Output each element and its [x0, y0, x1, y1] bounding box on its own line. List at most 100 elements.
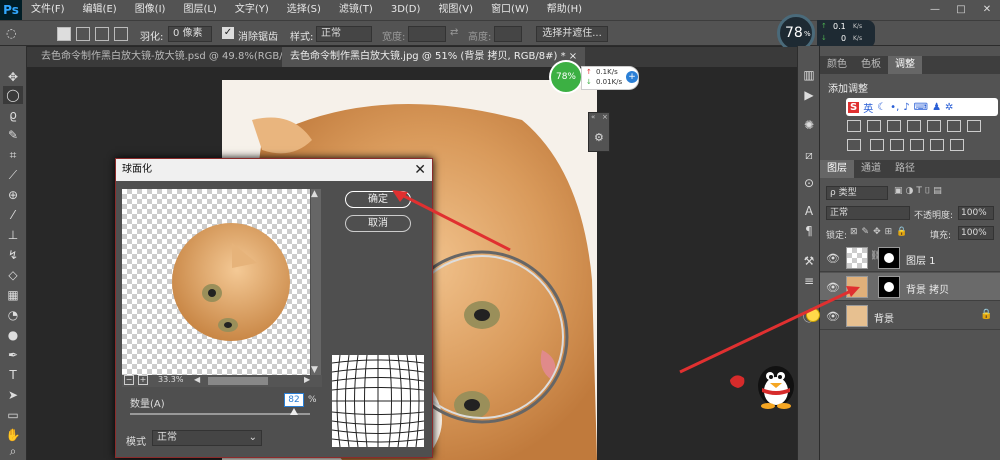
cancel-button[interactable]: 取消 [345, 215, 411, 232]
bw-icon[interactable] [847, 139, 861, 151]
settings-icon[interactable]: ✲ [945, 102, 953, 113]
tab-layers[interactable]: 图层 [820, 160, 854, 178]
layer-mask-thumbnail[interactable] [878, 247, 900, 269]
selectivecolor-icon[interactable] [950, 139, 965, 151]
layer-comps-icon[interactable]: ≡ [800, 272, 818, 290]
gradientmap-icon[interactable] [930, 139, 945, 151]
tool-presets-icon[interactable]: ⚒ [800, 252, 818, 270]
eyedropper-tool-icon[interactable]: ⟋ [3, 166, 23, 184]
height-input[interactable] [494, 26, 522, 42]
tab-document-1[interactable]: 去色命令制作黑白放大镜-放大镜.psd @ 49.8%(RGB/8#) × [33, 47, 321, 67]
layer-name[interactable]: 图层 1 [906, 252, 936, 267]
marquee-preset-icon[interactable]: ◌ [6, 26, 16, 40]
healing-brush-tool-icon[interactable]: ⊕ [3, 186, 23, 204]
hue-icon[interactable] [947, 120, 961, 132]
threshold-icon[interactable] [910, 139, 925, 151]
opacity-input[interactable]: 100% [958, 206, 994, 220]
menu-help[interactable]: 帮助(H) [538, 0, 591, 20]
type-tool-icon[interactable]: T [3, 366, 23, 384]
mic-icon[interactable]: ♪ [903, 102, 909, 113]
fill-input[interactable]: 100% [958, 226, 994, 240]
antialias-checkbox[interactable]: ✓ [222, 27, 234, 39]
preview-vscroll[interactable]: ▲ ▼ [311, 189, 321, 375]
qq-penguin-icon[interactable] [726, 358, 798, 410]
history-icon[interactable]: ▥ [800, 66, 818, 84]
skin-icon[interactable]: ♟ [932, 102, 941, 113]
brightness-icon[interactable] [847, 120, 861, 132]
swap-icon[interactable]: ⇄ [450, 27, 458, 38]
history-brush-tool-icon[interactable]: ↯ [3, 246, 23, 264]
clone-source-icon[interactable]: ⊙ [800, 174, 818, 192]
width-input[interactable] [408, 26, 446, 42]
visibility-eye-icon[interactable]: 👁 [826, 310, 840, 323]
amount-slider-thumb[interactable] [289, 408, 298, 415]
adjust-sun-icon[interactable]: ✺ [800, 116, 818, 134]
subtract-selection-icon[interactable] [95, 27, 109, 41]
dodge-tool-icon[interactable]: ● [3, 326, 23, 344]
lasso-tool-icon[interactable]: ϱ [3, 106, 23, 124]
mode-select[interactable]: 正常 ⌄ [152, 430, 262, 446]
select-and-mask-button[interactable]: 选择并遮住... [536, 26, 608, 42]
path-selection-tool-icon[interactable]: ➤ [3, 386, 23, 404]
curves-icon[interactable] [887, 120, 901, 132]
new-selection-icon[interactable] [57, 27, 71, 41]
menu-file[interactable]: 文件(F) [22, 0, 74, 20]
brush-settings-icon[interactable]: ⧄ [800, 146, 818, 164]
minimize-button[interactable]: — [922, 0, 948, 20]
menu-image[interactable]: 图像(I) [126, 0, 175, 20]
hscroll-thumb[interactable] [208, 377, 268, 385]
menu-view[interactable]: 视图(V) [429, 0, 482, 20]
keyboard-icon[interactable]: ⌨ [914, 102, 928, 113]
menu-select[interactable]: 选择(S) [278, 0, 330, 20]
posterize-icon[interactable] [890, 139, 905, 151]
tab-document-2[interactable]: 去色命令制作黑白放大镜.jpg @ 51% (背景 拷贝, RGB/8#) * … [282, 47, 586, 67]
character-icon[interactable]: A [800, 202, 818, 220]
menu-layer[interactable]: 图层(L) [174, 0, 225, 20]
zoom-tool-icon[interactable]: ⌕ [3, 442, 23, 460]
pen-tool-icon[interactable]: ✒ [3, 346, 23, 364]
amount-input[interactable]: 82 [284, 393, 304, 407]
layer-filter-icons[interactable]: ▣◑T⌷▤ [894, 186, 945, 196]
amount-slider-track[interactable] [130, 413, 310, 415]
vibrance-icon[interactable] [927, 120, 941, 132]
elliptical-marquee-tool-icon[interactable]: ◯ [3, 86, 23, 104]
layer-mask-thumbnail[interactable] [878, 276, 900, 298]
exposure-icon[interactable] [907, 120, 921, 132]
visibility-eye-icon[interactable]: 👁 [826, 281, 840, 294]
layer-row[interactable]: 👁 背景 🔒 [820, 302, 1000, 330]
rectangle-tool-icon[interactable]: ▭ [3, 406, 23, 424]
lightbulb-icon[interactable] [806, 308, 820, 322]
menu-3d[interactable]: 3D(D) [382, 0, 430, 20]
add-selection-icon[interactable] [76, 27, 90, 41]
invert-icon[interactable] [870, 139, 885, 151]
mini-panel-collapse-icon[interactable]: « [591, 113, 595, 121]
gradient-tool-icon[interactable]: ▦ [3, 286, 23, 304]
blur-tool-icon[interactable]: ◔ [3, 306, 23, 324]
intersect-selection-icon[interactable] [114, 27, 128, 41]
menu-edit[interactable]: 编辑(E) [74, 0, 126, 20]
brush-tool-icon[interactable]: ⁄ [3, 206, 23, 224]
menu-filter[interactable]: 滤镜(T) [330, 0, 382, 20]
menu-type[interactable]: 文字(Y) [226, 0, 278, 20]
lock-icons[interactable]: ⊠✎✥⊞🔒 [850, 227, 911, 237]
visibility-eye-icon[interactable]: 👁 [826, 252, 840, 265]
maximize-button[interactable]: □ [948, 0, 974, 20]
ime-mode[interactable]: 英 [863, 100, 873, 115]
quick-select-tool-icon[interactable]: ✎ [3, 126, 23, 144]
crop-tool-icon[interactable]: ⌗ [3, 146, 23, 164]
zoom-out-icon[interactable]: − [124, 375, 134, 385]
actions-play-icon[interactable]: ▶ [800, 86, 818, 104]
paragraph-icon[interactable]: ¶ [800, 222, 818, 240]
properties-icon[interactable]: ⚙ [594, 131, 604, 144]
mini-panel-close-icon[interactable]: × [602, 113, 608, 121]
levels-icon[interactable] [867, 120, 881, 132]
layer-name[interactable]: 背景 [874, 310, 894, 325]
layer-name[interactable]: 背景 拷贝 [906, 281, 949, 296]
move-tool-icon[interactable]: ✥ [3, 68, 23, 86]
layer-row[interactable]: 👁 背景 拷贝 [820, 273, 1000, 301]
menu-window[interactable]: 窗口(W) [482, 0, 538, 20]
scroll-right-icon[interactable]: ▶ [304, 375, 310, 384]
layer-row[interactable]: 👁 ⛓ 图层 1 [820, 244, 1000, 272]
style-select[interactable]: 正常 [316, 26, 372, 42]
add-icon[interactable]: + [626, 71, 638, 83]
